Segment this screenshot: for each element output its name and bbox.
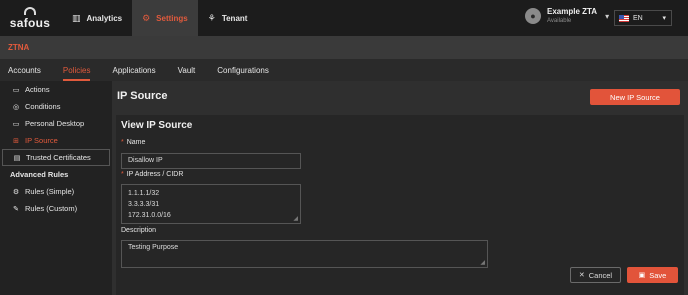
new-ip-source-button[interactable]: New IP Source bbox=[590, 89, 680, 105]
user-status: Available bbox=[547, 18, 572, 24]
module-title: ZTNA bbox=[8, 43, 30, 52]
resize-handle-icon[interactable]: ◢ bbox=[293, 215, 298, 222]
ip-address-label: * IP Address / CIDR bbox=[121, 171, 183, 178]
topnav-tenant-label: Tenant bbox=[221, 13, 248, 23]
user-info: Example ZTA Available bbox=[547, 7, 598, 25]
wrench-icon: ✎ bbox=[13, 205, 19, 213]
sidebar-item-ip-source[interactable]: ⊞ IP Source bbox=[0, 132, 112, 149]
ip-address-textarea[interactable]: 1.1.1.1/32 3.3.3.3/31 172.31.0.0/16 ◢ bbox=[121, 184, 301, 224]
ip-address-label-text: IP Address / CIDR bbox=[126, 171, 184, 178]
sidebar: ▭ Actions ◎ Conditions ▭ Personal Deskto… bbox=[0, 81, 112, 295]
description-label: Description bbox=[121, 227, 157, 234]
save-icon: ▣ bbox=[638, 272, 646, 279]
us-flag-icon bbox=[619, 14, 629, 22]
sidebar-item-label: Rules (Custom) bbox=[25, 204, 78, 213]
language-value: EN bbox=[633, 14, 643, 22]
cancel-label: Cancel bbox=[588, 270, 613, 280]
check-circle-icon: ◎ bbox=[12, 103, 20, 111]
certificate-icon: ▤ bbox=[13, 154, 21, 162]
sidebar-item-conditions[interactable]: ◎ Conditions bbox=[0, 98, 112, 115]
tab-configurations[interactable]: Configurations bbox=[217, 59, 269, 81]
tab-bar: Accounts Policies Applications Vault Con… bbox=[0, 59, 688, 81]
user-name: Example ZTA bbox=[547, 7, 598, 16]
topnav-analytics[interactable]: ▥ Analytics bbox=[62, 0, 132, 36]
save-button[interactable]: ▣ Save bbox=[627, 267, 678, 283]
save-label: Save bbox=[649, 270, 667, 280]
topnav-settings-label: Settings bbox=[156, 13, 188, 23]
main-content: IP Source New IP Source View IP Source *… bbox=[112, 81, 688, 295]
sidebar-section-header: Advanced Rules bbox=[10, 170, 69, 179]
sidebar-item-label: Trusted Certificates bbox=[26, 153, 91, 162]
sidebar-item-personal-desktop[interactable]: ▭ Personal Desktop bbox=[0, 115, 112, 132]
tab-policies[interactable]: Policies bbox=[62, 59, 90, 81]
sidebar-item-rules-custom[interactable]: ✎ Rules (Custom) bbox=[0, 200, 112, 217]
bar-chart-icon: ▥ bbox=[72, 12, 81, 23]
sidebar-item-rules-simple[interactable]: ⚙ Rules (Simple) bbox=[0, 183, 112, 200]
language-select[interactable]: EN ▾ bbox=[614, 10, 672, 26]
safous-logo[interactable]: safous bbox=[2, 0, 58, 36]
module-bar: ZTNA bbox=[0, 36, 688, 59]
logo-text: safous bbox=[9, 15, 51, 30]
monitor-icon: ▭ bbox=[12, 120, 20, 128]
sidebar-item-actions[interactable]: ▭ Actions bbox=[0, 81, 112, 98]
chevron-down-icon: ▾ bbox=[662, 15, 666, 22]
ip-line: 1.1.1.1/32 bbox=[128, 190, 160, 197]
required-asterisk: * bbox=[121, 139, 124, 146]
topnav-settings[interactable]: ⚙ Settings bbox=[132, 0, 198, 36]
sidebar-item-label: IP Source bbox=[25, 136, 58, 145]
page-title: IP Source bbox=[117, 90, 168, 102]
name-label: * Name bbox=[121, 139, 145, 146]
sidebar-item-label: Actions bbox=[25, 85, 50, 94]
card-title: View IP Source bbox=[121, 120, 193, 131]
top-nav: ▥ Analytics ⚙ Settings ⚘ Tenant bbox=[62, 0, 257, 36]
sidebar-item-label: Rules (Simple) bbox=[25, 187, 75, 196]
required-asterisk: * bbox=[121, 171, 124, 178]
user-avatar-icon: ● bbox=[525, 8, 541, 24]
gear-icon: ⚙ bbox=[12, 188, 20, 196]
cancel-button[interactable]: ✕ Cancel bbox=[570, 267, 621, 283]
view-ip-source-card: View IP Source * Name Disallow IP * IP Add… bbox=[116, 115, 684, 295]
sidebar-item-label: Personal Desktop bbox=[25, 119, 85, 128]
name-field[interactable]: Disallow IP bbox=[121, 153, 301, 169]
gear-icon: ⚙ bbox=[142, 12, 151, 23]
tab-vault[interactable]: Vault bbox=[178, 59, 196, 81]
ip-line: 172.31.0.0/16 bbox=[128, 212, 171, 219]
description-value: Testing Purpose bbox=[128, 244, 179, 251]
topnav-analytics-label: Analytics bbox=[86, 13, 123, 23]
description-textarea[interactable]: Testing Purpose ◢ bbox=[121, 240, 488, 268]
resize-handle-icon[interactable]: ◢ bbox=[480, 259, 485, 266]
name-label-text: Name bbox=[126, 139, 146, 146]
logo-mark-icon bbox=[24, 6, 36, 15]
sidebar-item-label: Conditions bbox=[25, 102, 61, 111]
top-bar: safous ▥ Analytics ⚙ Settings ⚘ Tenant ●… bbox=[0, 0, 688, 36]
user-menu[interactable]: ● Example ZTA Available ▾ bbox=[525, 8, 609, 24]
topnav-tenant[interactable]: ⚘ Tenant bbox=[198, 0, 258, 36]
close-icon: ✕ bbox=[578, 272, 585, 279]
ip-line: 3.3.3.3/31 bbox=[128, 201, 160, 208]
monitor-icon: ▭ bbox=[12, 86, 20, 94]
tab-applications[interactable]: Applications bbox=[112, 59, 155, 81]
chevron-down-icon: ▾ bbox=[605, 11, 610, 21]
sidebar-item-trusted-certificates[interactable]: ▤ Trusted Certificates bbox=[2, 149, 110, 166]
name-value: Disallow IP bbox=[128, 157, 163, 164]
tab-accounts[interactable]: Accounts bbox=[8, 59, 41, 81]
network-icon: ⊞ bbox=[13, 137, 19, 145]
tenant-icon: ⚘ bbox=[207, 12, 216, 23]
